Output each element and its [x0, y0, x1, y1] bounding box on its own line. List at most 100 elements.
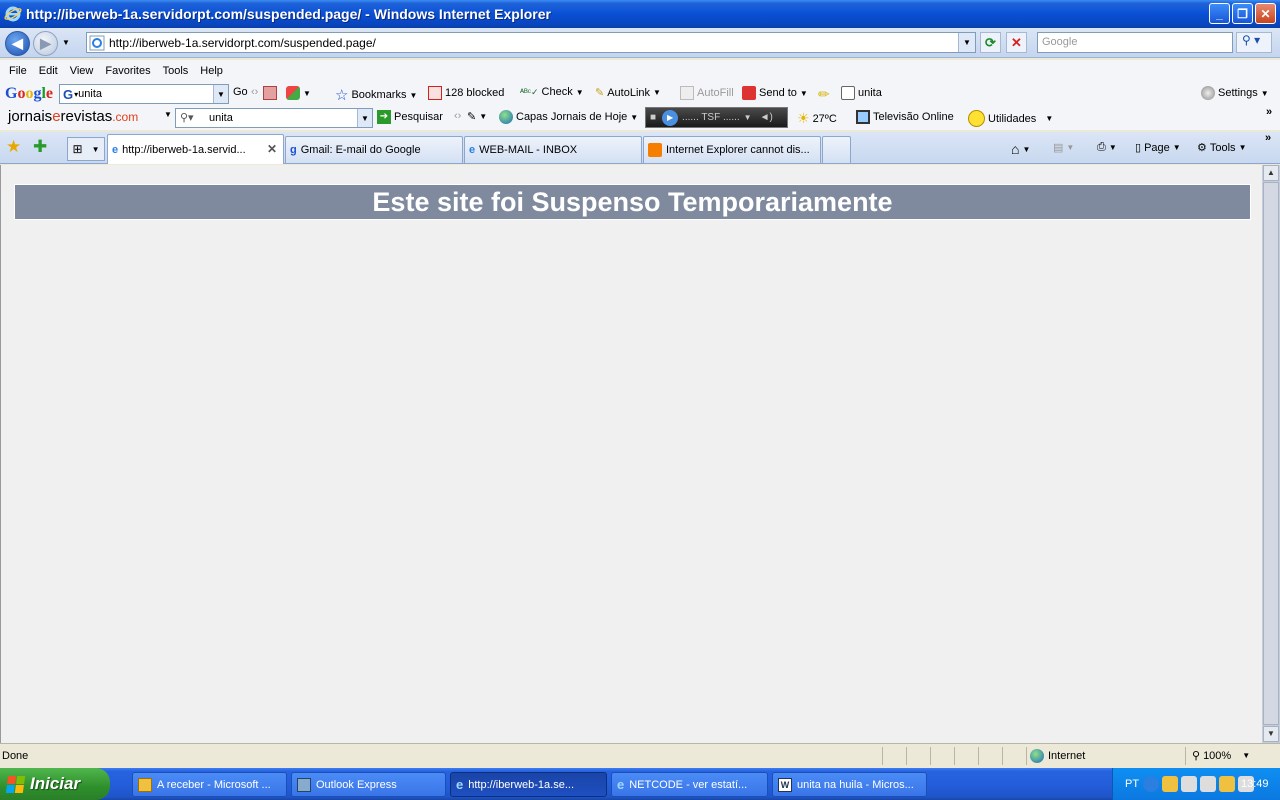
outlook-icon [138, 777, 152, 792]
google-search-dropdown[interactable]: ▼ [213, 85, 228, 103]
tab-list-dropdown-icon[interactable]: ▼ [92, 145, 100, 154]
taskbar-outlook-express[interactable]: Outlook Express [291, 772, 446, 797]
spellcheck-button[interactable]: ᴬᴮᶜ✓ Check ▼ [520, 86, 584, 98]
jornais-search-field[interactable]: ⚲▾ unita ▼ [175, 108, 373, 128]
taskbar-word-unita[interactable]: W unita na huila - Micros... [772, 772, 927, 797]
stop-button[interactable]: ✕ [1006, 32, 1027, 53]
televisao-online-button[interactable]: Televisão Online [856, 110, 954, 124]
taskbar-ie-netcode[interactable]: e NETCODE - ver estatí... [611, 772, 768, 797]
window-titlebar[interactable]: http://iberweb-1a.servidorpt.com/suspend… [0, 0, 1280, 28]
recent-pages-dropdown-icon[interactable]: ▼ [62, 38, 70, 47]
tray-outlook-icon[interactable] [1219, 776, 1235, 792]
language-indicator[interactable]: PT [1125, 778, 1139, 790]
highlighter-dropdown[interactable]: ✎ ▼ [467, 110, 487, 123]
radio-station[interactable]: ...... TSF ...... [682, 112, 740, 123]
address-dropdown-button[interactable]: ▼ [958, 33, 975, 52]
navigation-bar: ◀ ▶ ▼ http://iberweb-1a.servidorpt.com/s… [0, 28, 1280, 58]
logo-dropdown-icon[interactable]: ▼ [164, 110, 172, 119]
tools-menu-button[interactable]: ⚙ Tools ▼ [1197, 141, 1246, 155]
pesquisar-button[interactable]: ➔ Pesquisar [377, 110, 443, 124]
refresh-button[interactable]: ⟳ [980, 32, 1001, 53]
tab-webmail[interactable]: e WEB-MAIL - INBOX [464, 136, 642, 163]
tray-back-arrow-icon[interactable] [1143, 776, 1159, 792]
stop-square-icon[interactable]: ■ [650, 112, 656, 123]
home-button[interactable]: ⌂ ▼ [1011, 141, 1030, 157]
scroll-up-arrow[interactable]: ▲ [1263, 165, 1279, 181]
google-search-field[interactable]: G ▾ unita ▼ [59, 84, 229, 104]
menu-help[interactable]: Help [200, 65, 223, 77]
zoom-dropdown-icon[interactable]: ▼ [1242, 751, 1250, 760]
toolbar-handle-icon[interactable]: ‹› [454, 110, 461, 122]
clock[interactable]: 13:49 [1241, 778, 1269, 790]
capas-jornais-button[interactable]: Capas Jornais de Hoje ▼ [499, 110, 638, 124]
favorites-star-icon[interactable]: ★ [6, 137, 21, 157]
chevron-down-icon: ▼ [963, 38, 971, 47]
start-button[interactable]: Iniciar [0, 768, 110, 800]
menu-file[interactable]: File [9, 65, 27, 77]
volume-icon[interactable]: ◄) [760, 112, 773, 123]
taskbar-ie-suspended[interactable]: e http://iberweb-1a.se... [450, 772, 607, 797]
radio-player[interactable]: ■ ▶ ...... TSF ...... ▼ ◄) [645, 107, 788, 128]
settings-button[interactable]: Settings ▼ [1201, 86, 1269, 100]
menu-view[interactable]: View [70, 65, 94, 77]
jornaisrevistas-toolbar: jornaiserevistas.com ▼ ⚲▾ unita ▼ ➔ Pesq… [0, 106, 1280, 130]
tray-network-icon[interactable] [1162, 776, 1178, 792]
taskbar-outlook-inbox[interactable]: A receber - Microsoft ... [132, 772, 287, 797]
search-input[interactable]: Google [1037, 32, 1233, 53]
security-zone[interactable]: Internet [1030, 749, 1085, 763]
tray-pen-icon[interactable] [1200, 776, 1216, 792]
toolbar-options-icon[interactable]: ‹› [251, 86, 258, 98]
chevron-more-icon[interactable]: » [1265, 132, 1271, 144]
tray-cable-icon[interactable] [1181, 776, 1197, 792]
internet-explorer-icon: e [456, 777, 464, 792]
address-bar[interactable]: http://iberweb-1a.servidorpt.com/suspend… [86, 32, 976, 53]
search-button[interactable]: ⚲ ▾ [1236, 32, 1272, 53]
news-icon[interactable]: ▼ [286, 86, 311, 100]
zoom-control[interactable]: ⚲ 100% ▼ [1192, 749, 1250, 763]
go-arrow-icon: ➔ [377, 110, 391, 124]
google-search-value[interactable]: unita [78, 88, 102, 100]
find-term-button[interactable]: unita [841, 86, 882, 100]
pagerank-icon[interactable] [263, 86, 277, 100]
popup-blocker-button[interactable]: 128 blocked [428, 86, 504, 100]
back-button[interactable]: ◀ [5, 31, 30, 56]
print-button[interactable]: ⎙ ▼ [1097, 141, 1117, 154]
feeds-button[interactable]: ▤ ▼ [1053, 141, 1074, 154]
menu-tools[interactable]: Tools [163, 65, 189, 77]
google-g-icon: G [63, 86, 74, 102]
scroll-down-arrow[interactable]: ▼ [1263, 726, 1279, 742]
weather-button[interactable]: ☀ 27ºC [797, 110, 837, 127]
google-logo[interactable]: Google [5, 85, 53, 103]
send-to-button[interactable]: Send to ▼ [742, 86, 808, 100]
forward-button[interactable]: ▶ [33, 31, 58, 56]
tab-ie-cannot-display[interactable]: Internet Explorer cannot dis... [643, 136, 821, 163]
chevron-more-icon[interactable]: » [1266, 106, 1272, 118]
bookmarks-button[interactable]: ☆ Bookmarks ▼ [335, 86, 417, 104]
page-menu-button[interactable]: ▯ Page ▼ [1135, 141, 1181, 155]
quick-tabs-button[interactable]: ⊞ ▼ [67, 137, 105, 161]
autolink-button[interactable]: ✎ AutoLink ▼ [595, 86, 661, 100]
google-go-button[interactable]: Go [233, 86, 248, 98]
highlight-button[interactable]: ✏ [818, 86, 830, 103]
new-tab-button[interactable] [822, 136, 851, 163]
jornais-search-value[interactable]: unita [209, 112, 233, 124]
address-url[interactable]: http://iberweb-1a.servidorpt.com/suspend… [109, 36, 376, 50]
scroll-thumb[interactable] [1263, 182, 1279, 725]
close-button[interactable]: ✕ [1255, 3, 1276, 24]
tab-close-icon[interactable]: ✕ [267, 142, 277, 156]
jornaisrevistas-logo[interactable]: jornaiserevistas.com [8, 108, 138, 125]
play-icon[interactable]: ▶ [662, 109, 679, 126]
utilidades-button[interactable]: Utilidades ▼ [968, 110, 1053, 127]
vertical-scrollbar[interactable]: ▲ ▼ [1262, 165, 1280, 743]
restore-button[interactable]: ❐ [1232, 3, 1253, 24]
tab-suspended-page[interactable]: e http://iberweb-1a.servid... ✕ [107, 134, 284, 164]
autofill-button[interactable]: AutoFill [680, 86, 734, 100]
menu-favorites[interactable]: Favorites [105, 65, 150, 77]
tab-gmail[interactable]: g Gmail: E-mail do Google [285, 136, 463, 163]
add-favorite-icon[interactable]: ✚ [33, 137, 47, 157]
arrow-left-icon: ◀ [12, 35, 23, 51]
jornais-search-dropdown[interactable]: ▼ [357, 109, 372, 127]
minimize-button[interactable]: _ [1209, 3, 1230, 24]
station-dropdown-icon[interactable]: ▼ [744, 113, 752, 122]
menu-edit[interactable]: Edit [39, 65, 58, 77]
